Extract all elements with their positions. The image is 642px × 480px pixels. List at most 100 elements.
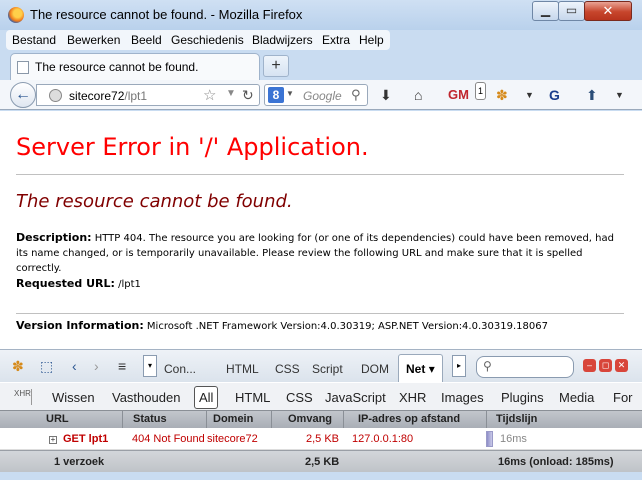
net-summary-row: 1 verzoek 2,5 KB 16ms (onload: 185ms) — [0, 450, 642, 472]
filter-javascript[interactable]: JavaScript — [325, 390, 386, 405]
download-icon[interactable]: ⬇ — [380, 87, 392, 103]
firefox-logo-icon — [8, 7, 24, 23]
tab-html[interactable]: HTML — [226, 362, 259, 376]
firebug-close-icon[interactable]: ✕ — [615, 359, 628, 372]
url-path: /lpt1 — [124, 89, 148, 103]
menu-bestand[interactable]: Bestand — [12, 33, 56, 47]
expand-row-icon[interactable]: + — [49, 436, 57, 444]
tab-bar: The resource cannot be found. + — [0, 50, 642, 80]
gm-addon-icon[interactable]: GM — [448, 87, 469, 103]
maximize-button[interactable]: ▭ — [558, 1, 585, 21]
tab-net-dropdown-icon[interactable]: ▾ — [429, 362, 435, 376]
filter-html[interactable]: HTML — [235, 390, 270, 405]
firebug-minimize-icon[interactable]: – — [583, 359, 596, 372]
column-separator[interactable] — [206, 411, 207, 429]
menu-bewerken[interactable]: Bewerken — [67, 33, 120, 47]
column-separator[interactable] — [122, 411, 123, 429]
firebug-menu-icon[interactable]: ✽ — [12, 358, 24, 375]
google-search-engine-icon[interactable]: 8 — [268, 87, 284, 103]
panel-dropdown-icon[interactable]: ▾ — [143, 355, 157, 377]
table-row[interactable]: + GET lpt1 404 Not Found sitecore72 2,5 … — [0, 428, 642, 450]
tab-net[interactable]: Net ▾ — [398, 354, 443, 383]
net-filter-bar: XHR Wissen Vasthouden All HTML CSS JavaS… — [0, 382, 642, 410]
search-engine-dropdown-icon[interactable]: ▼ — [286, 89, 294, 98]
upload-addon-icon[interactable]: ⬆ — [586, 87, 598, 103]
filter-media[interactable]: Media — [559, 390, 594, 405]
tab-active[interactable]: The resource cannot be found. — [10, 53, 260, 80]
column-status[interactable]: Status — [133, 413, 167, 425]
minimize-button[interactable]: ▁ — [532, 1, 559, 21]
menu-geschiedenis[interactable]: Geschiedenis — [171, 33, 244, 47]
vasthouden-button[interactable]: Vasthouden — [112, 390, 180, 405]
url-host: sitecore72 — [69, 89, 125, 103]
clear-icon[interactable]: XHR — [14, 389, 32, 405]
forward-arrow-icon[interactable]: › — [94, 358, 99, 374]
bookmark-star-icon[interactable]: ☆ — [203, 86, 216, 104]
error-subtitle: The resource cannot be found. — [16, 191, 293, 212]
search-icon: ⚲ — [483, 359, 492, 373]
firebug-detach-icon[interactable]: ◻ — [599, 359, 612, 372]
tab-dom[interactable]: DOM — [361, 362, 389, 376]
request-timeline: 16ms — [500, 433, 527, 445]
inspect-element-icon[interactable]: ⬚ — [40, 358, 53, 375]
column-separator[interactable] — [343, 411, 344, 429]
filter-all[interactable]: All — [194, 386, 219, 409]
filter-plugins[interactable]: Plugins — [501, 390, 544, 405]
column-size[interactable]: Omvang — [288, 413, 332, 425]
total-timing: 16ms (onload: 185ms) — [498, 456, 614, 468]
filter-css[interactable]: CSS — [286, 390, 313, 405]
firefox-menu-dropdown-icon[interactable]: ▼ — [615, 87, 624, 103]
filter-xhr[interactable]: XHR — [399, 390, 426, 405]
tab-label: The resource cannot be found. — [35, 60, 199, 74]
firebug-search-input[interactable]: ⚲ — [476, 356, 574, 378]
search-icon[interactable]: ⚲ — [351, 87, 361, 103]
back-button[interactable]: ← — [10, 82, 36, 108]
filter-fonts[interactable]: For — [613, 390, 633, 405]
minimize-icon: ▁ — [540, 3, 551, 17]
timeline-bar — [486, 431, 493, 447]
menu-beeld[interactable]: Beeld — [131, 33, 162, 47]
divider — [16, 174, 624, 175]
wissen-button[interactable]: Wissen — [52, 390, 95, 405]
request-remote-ip: 127.0.0.1:80 — [352, 433, 414, 445]
request-size: 2,5 KB — [306, 433, 340, 445]
gmail-addon-icon[interactable]: G — [549, 87, 560, 103]
tab-script[interactable]: Script — [312, 362, 343, 376]
description-paragraph: Description: HTTP 404. The resource you … — [16, 230, 624, 276]
reload-icon[interactable]: ↻ — [242, 87, 254, 104]
url-bar[interactable]: sitecore72/lpt1 ☆ ▼ ↻ — [36, 84, 260, 106]
tab-console[interactable]: Con... — [164, 362, 196, 376]
new-tab-button[interactable]: + — [263, 55, 289, 77]
notification-badge[interactable]: 1 — [475, 82, 487, 100]
url-history-dropdown-icon[interactable]: ▼ — [226, 88, 236, 99]
menu-extra[interactable]: Extra — [322, 33, 350, 47]
overflow-dropdown-icon[interactable]: ▼ — [525, 87, 534, 103]
request-domain: sitecore72 — [207, 433, 258, 445]
home-icon[interactable]: ⌂ — [414, 87, 422, 103]
version-text: Microsoft .NET Framework Version:4.0.303… — [146, 321, 548, 332]
column-url[interactable]: URL — [46, 413, 69, 425]
column-timeline[interactable]: Tijdslijn — [496, 413, 537, 425]
requested-url-paragraph: Requested URL: /lpt1 — [16, 276, 141, 292]
close-button[interactable]: ✕ — [584, 1, 632, 21]
total-size: 2,5 KB — [305, 456, 340, 468]
request-status: 404 Not Found — [132, 433, 205, 445]
column-remote-ip[interactable]: IP-adres op afstand — [358, 413, 460, 425]
tab-css[interactable]: CSS — [275, 362, 300, 376]
request-count: 1 verzoek — [54, 456, 105, 468]
back-arrow-icon[interactable]: ‹ — [72, 358, 77, 374]
menu-help[interactable]: Help — [359, 33, 384, 47]
search-bar[interactable]: 8 ▼ Google ⚲ — [264, 84, 368, 106]
panel-list-icon[interactable]: ≡ — [118, 358, 126, 374]
filter-images[interactable]: Images — [441, 390, 484, 405]
more-tabs-icon[interactable]: ▸ — [452, 355, 466, 377]
requested-url-label: Requested URL: — [16, 277, 115, 290]
column-separator[interactable] — [486, 411, 487, 429]
menu-bladwijzers[interactable]: Bladwijzers — [252, 33, 313, 47]
firebug-bug-icon[interactable]: ✽ — [496, 87, 508, 103]
column-domain[interactable]: Domein — [213, 413, 253, 425]
menu-bar: Bestand Bewerken Beeld Geschiedenis Blad… — [6, 30, 390, 50]
url-text: sitecore72/lpt1 — [69, 89, 147, 103]
tab-net-label: Net — [406, 362, 426, 376]
column-separator[interactable] — [271, 411, 272, 429]
